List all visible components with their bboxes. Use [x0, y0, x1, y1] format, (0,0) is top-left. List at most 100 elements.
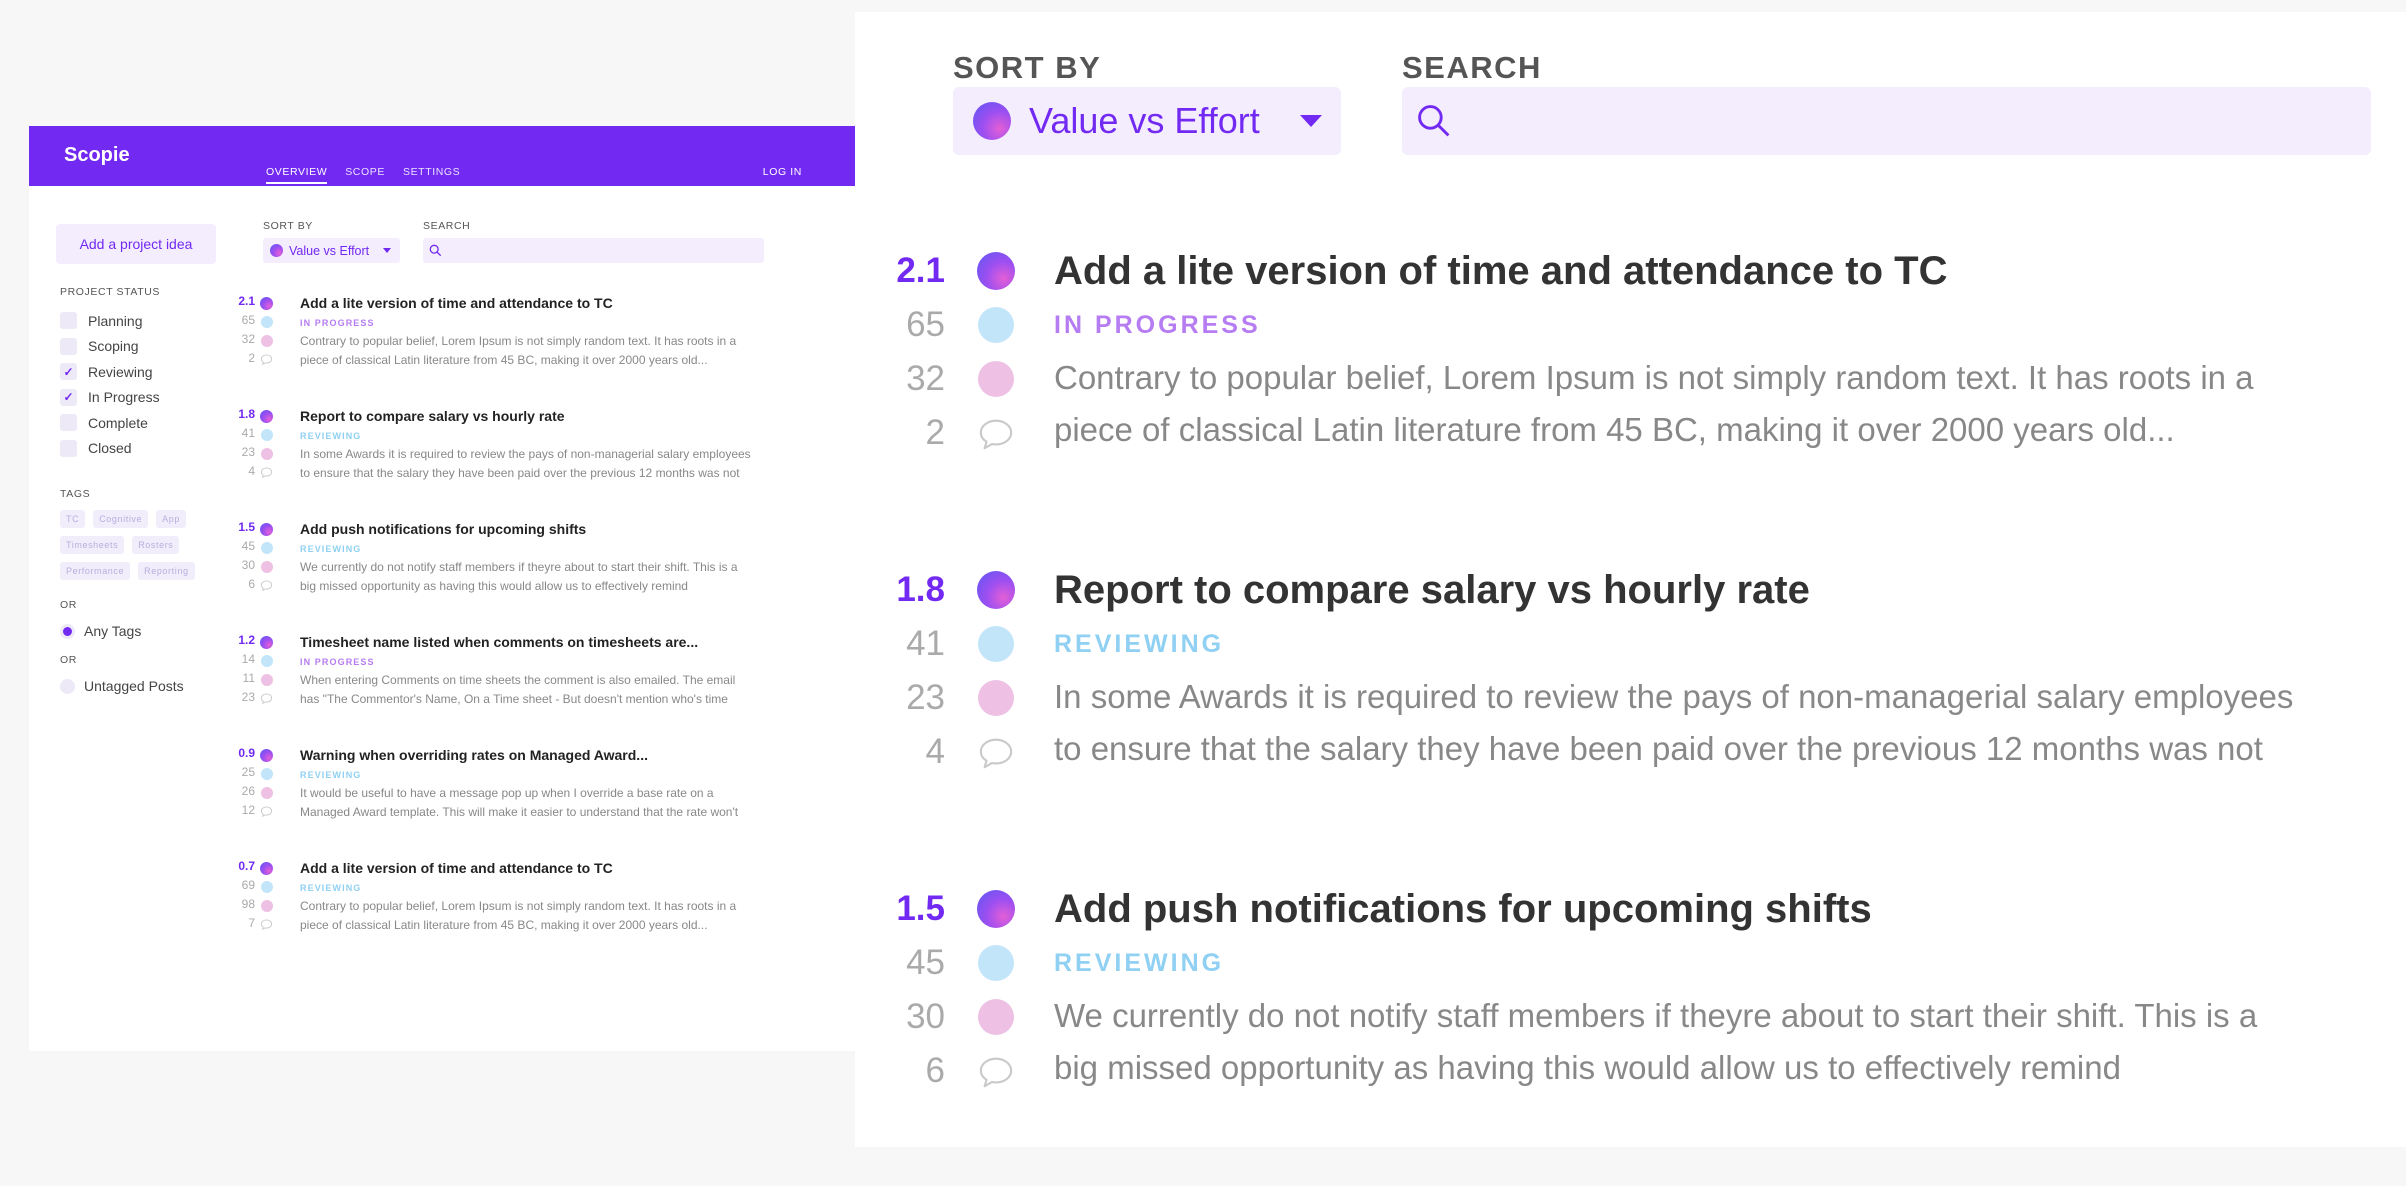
- idea-title[interactable]: Add push notifications for upcoming shif…: [300, 520, 800, 540]
- score-value: 2.1: [238, 294, 255, 308]
- value-metric: 41: [235, 426, 273, 445]
- idea-title[interactable]: Warning when overriding rates on Managed…: [300, 746, 800, 766]
- idea-list: 2.1 65 32 2 Add a lite version of time and a…: [29, 294, 855, 972]
- idea-title[interactable]: Timesheet name listed when comments on t…: [300, 633, 800, 653]
- caret-down-icon: [1299, 115, 1322, 127]
- search-input[interactable]: [1402, 87, 2371, 155]
- value-icon: [261, 316, 273, 328]
- score-metric: 0.9: [235, 746, 273, 765]
- score-value: 1.5: [238, 520, 255, 534]
- comments-metric: 2: [235, 351, 273, 370]
- comment-count: 2: [248, 351, 255, 365]
- value-metric: 65: [855, 298, 1015, 352]
- idea-content: Report to compare salary vs hourly rate R…: [300, 407, 800, 483]
- idea-title[interactable]: Add a lite version of time and attendanc…: [1054, 244, 2406, 298]
- app-logo[interactable]: Scopie: [64, 144, 130, 167]
- idea-title[interactable]: Report to compare salary vs hourly rate: [1054, 563, 2406, 617]
- idea-item[interactable]: 1.5 45 30 6 Add push notifications for upcom…: [855, 882, 2406, 1132]
- idea-title[interactable]: Add push notifications for upcoming shif…: [1054, 882, 2406, 936]
- idea-item[interactable]: 1.8 41 23 4 Report to compare salary vs hour…: [855, 563, 2406, 813]
- tab-overview[interactable]: OVERVIEW: [266, 166, 328, 184]
- sort-by-label: SORT BY: [953, 50, 1102, 85]
- sort-dropdown[interactable]: Value vs Effort: [953, 87, 1341, 155]
- score-icon: [260, 297, 273, 310]
- idea-description-line: Managed Award template. This will make i…: [300, 805, 739, 819]
- search-label: SEARCH: [423, 220, 471, 232]
- idea-description-line: piece of classical Latin literature from…: [1054, 411, 2175, 448]
- idea-description-line: When entering Comments on time sheets th…: [300, 673, 736, 687]
- effort-metric: 26: [235, 784, 273, 803]
- value-metric: 45: [855, 936, 1015, 990]
- idea-metrics: 1.8 41 23 4: [235, 407, 273, 483]
- tab-settings[interactable]: SETTINGS: [403, 166, 460, 184]
- idea-item[interactable]: 1.5 45 30 6 Add push notifications for upcom…: [29, 520, 855, 633]
- idea-content: Add push notifications for upcoming shif…: [300, 520, 800, 596]
- score-value: 2.1: [896, 251, 945, 290]
- search-input[interactable]: [423, 238, 764, 263]
- status-badge: REVIEWING: [300, 770, 362, 780]
- score-icon: [260, 523, 273, 536]
- score-icon: [260, 410, 273, 423]
- value-icon: [261, 542, 273, 554]
- value-icon: [978, 307, 1014, 343]
- score-icon: [977, 890, 1015, 928]
- score-metric: 1.5: [235, 520, 273, 539]
- comments-metric: 4: [855, 725, 1015, 779]
- score-value: 1.2: [238, 633, 255, 647]
- score-metric: 1.2: [235, 633, 273, 652]
- add-project-idea-button[interactable]: Add a project idea: [56, 224, 216, 264]
- value-count: 65: [906, 305, 945, 344]
- value-icon: [978, 626, 1014, 662]
- comments-metric: 23: [235, 690, 273, 709]
- comments-metric: 6: [855, 1044, 1015, 1098]
- idea-metrics: 0.7 69 98 7: [235, 859, 273, 935]
- idea-description-line: piece of classical Latin literature from…: [300, 918, 708, 932]
- tab-scope[interactable]: SCOPE: [345, 166, 385, 184]
- value-icon: [261, 429, 273, 441]
- search-icon: [1418, 105, 1450, 137]
- effort-icon: [261, 335, 273, 347]
- idea-title[interactable]: Add a lite version of time and attendanc…: [300, 294, 800, 314]
- effort-metric: 30: [855, 990, 1015, 1044]
- sort-dropdown[interactable]: Value vs Effort: [263, 238, 400, 263]
- idea-content: Warning when overriding rates on Managed…: [300, 746, 800, 822]
- idea-title[interactable]: Add a lite version of time and attendanc…: [300, 859, 800, 879]
- score-icon: [260, 749, 273, 762]
- status-badge: IN PROGRESS: [300, 657, 375, 667]
- comment-count: 6: [925, 1051, 945, 1090]
- idea-content: Report to compare salary vs hourly rate R…: [1054, 563, 2406, 775]
- top-bar: Scopie OVERVIEW SCOPE SETTINGS LOG IN: [29, 126, 855, 186]
- score-metric: 1.5: [855, 882, 1015, 936]
- score-value: 0.7: [238, 859, 255, 873]
- comment-bubble-icon: [260, 692, 273, 708]
- status-badge: REVIEWING: [300, 431, 362, 441]
- effort-icon: [261, 674, 273, 686]
- score-icon: [260, 636, 273, 649]
- idea-item[interactable]: 2.1 65 32 2 Add a lite version of time and a…: [855, 244, 2406, 494]
- idea-item[interactable]: 1.8 41 23 4 Report to compare salary vs hour…: [29, 407, 855, 520]
- score-metric: 1.8: [855, 563, 1015, 617]
- sort-value: Value vs Effort: [289, 243, 370, 258]
- idea-item[interactable]: 0.7 69 98 7 Add a lite version of time and a…: [29, 859, 855, 972]
- score-metric: 1.8: [235, 407, 273, 426]
- effort-count: 30: [241, 558, 255, 572]
- idea-content: Add push notifications for upcoming shif…: [1054, 882, 2406, 1094]
- login-link[interactable]: LOG IN: [763, 166, 802, 178]
- comment-bubble-icon: [260, 805, 273, 821]
- search-label: SEARCH: [1402, 50, 1542, 85]
- idea-item[interactable]: 0.9 25 26 12 Warning when overriding rates o…: [29, 746, 855, 859]
- value-icon: [261, 768, 273, 780]
- comment-count: 12: [241, 803, 255, 817]
- idea-content: Add a lite version of time and attendanc…: [300, 859, 800, 935]
- effort-count: 32: [906, 359, 945, 398]
- effort-icon: [978, 680, 1014, 716]
- comment-bubble-icon: [977, 734, 1015, 788]
- idea-metrics: 1.5 45 30 6: [235, 520, 273, 596]
- comment-count: 6: [248, 577, 255, 591]
- value-count: 65: [241, 313, 255, 327]
- idea-item[interactable]: 1.2 14 11 23 Timesheet name listed when comm…: [29, 633, 855, 746]
- value-metric: 25: [235, 765, 273, 784]
- effort-icon: [261, 787, 273, 799]
- idea-title[interactable]: Report to compare salary vs hourly rate: [300, 407, 800, 427]
- idea-item[interactable]: 2.1 65 32 2 Add a lite version of time and a…: [29, 294, 855, 407]
